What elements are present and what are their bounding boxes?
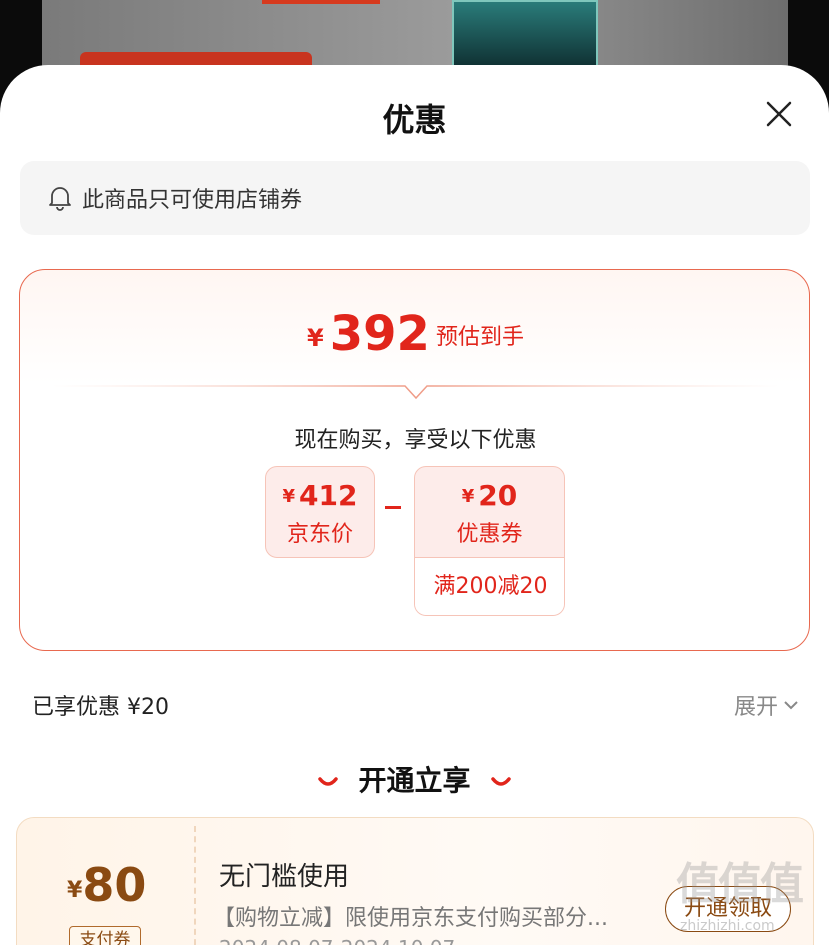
- notice-text: 此商品只可使用店铺券: [82, 188, 303, 213]
- smile-right-icon: [491, 777, 511, 786]
- notice-bar: 此商品只可使用店铺券: [20, 161, 810, 235]
- coupon-discount-box: ¥20 优惠券 满200减20: [414, 466, 565, 616]
- watermark-site: zhizhizhi.com: [680, 918, 775, 934]
- chevron-down-icon: [784, 701, 798, 710]
- coupon-discount-amount: ¥20: [461, 479, 518, 512]
- final-price-label: 预估到手: [435, 325, 524, 350]
- enjoy-text: 现在购买，享受以下优惠: [294, 428, 537, 453]
- coupon-discount-label: 优惠券: [456, 522, 523, 547]
- coupon-separator: [194, 826, 196, 945]
- coupon-amount: ¥80: [67, 858, 147, 912]
- currency-symbol: ¥: [307, 324, 324, 352]
- bell-icon: [49, 187, 71, 211]
- jd-price-label: 京东价: [286, 522, 353, 547]
- final-price: 392: [329, 306, 430, 362]
- coupon-condition: 满200减20: [415, 557, 564, 615]
- product-image: [452, 0, 598, 70]
- watermark-logo: 值值值: [676, 859, 804, 910]
- banner-text-fragment: [262, 0, 380, 4]
- smile-left-icon: [317, 777, 338, 786]
- expand-button[interactable]: 展开: [734, 689, 800, 721]
- price-breakdown-card: ¥392 预估到手 现在购买，享受以下优惠 ¥412 京东价 ¥20 优惠券 满2…: [19, 269, 810, 651]
- coupon-validity: 2024.08.07-2024.10.07: [219, 936, 455, 945]
- sheet-title: 优惠: [382, 101, 447, 139]
- coupon-description: 【购物立减】限使用京东支付购买部分...: [213, 906, 608, 931]
- coupon-value-panel: ¥80 支付券: [17, 818, 193, 945]
- coupon-title: 无门槛使用: [219, 862, 350, 892]
- divider-arrow: [50, 385, 781, 400]
- section-title: 开通立享: [0, 759, 829, 799]
- minus-sign: [385, 506, 401, 509]
- estimated-price: ¥392 预估到手: [20, 306, 811, 362]
- enjoyed-discount: 已享优惠 ¥20: [32, 695, 169, 720]
- expand-label: 展开: [734, 695, 779, 720]
- discount-sheet: 优惠 此商品只可使用店铺券 ¥392 预估到手 现在购买，享受以下优惠 ¥ 41…: [0, 65, 829, 945]
- coupon-type-tag: 支付券: [69, 926, 141, 945]
- jd-price-amount: ¥412: [282, 479, 358, 512]
- close-icon[interactable]: [764, 99, 794, 129]
- section-title-text: 开通立享: [358, 764, 471, 797]
- jd-price-box: ¥412 京东价: [265, 466, 375, 558]
